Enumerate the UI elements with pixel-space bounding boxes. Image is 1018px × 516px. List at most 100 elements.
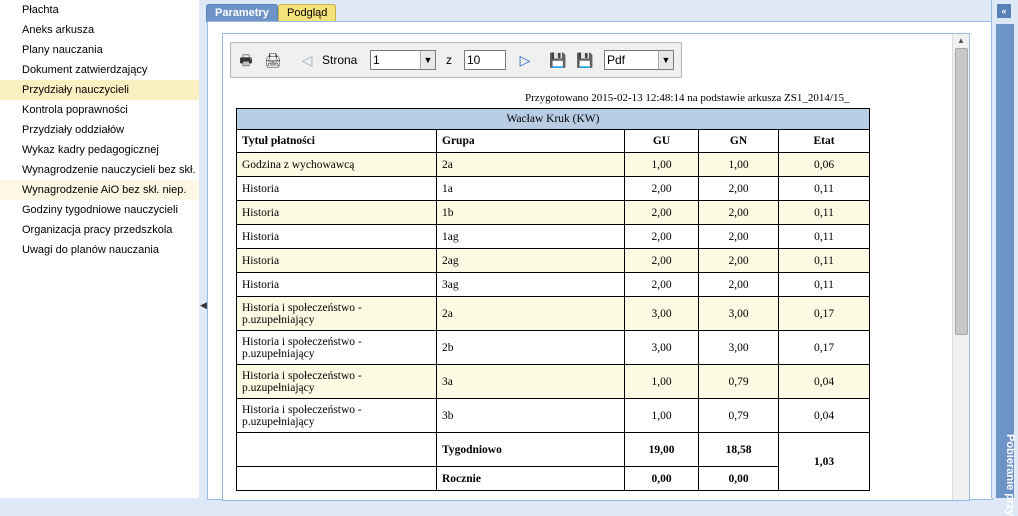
report-viewer: 🖶 🖨 ◁ Strona 1 ▼ z 10 ▷ 💾 💾 Pdf ▼ Przygoto… xyxy=(222,33,970,501)
cell-gn: 3,00 xyxy=(698,296,779,331)
scroll-up-icon[interactable]: ▲ xyxy=(957,36,965,45)
cell-etat: 0,17 xyxy=(778,330,870,365)
cell-etat: 0,11 xyxy=(778,200,870,225)
export-format-value: Pdf xyxy=(607,53,626,67)
total-pages-field: 10 xyxy=(464,50,506,70)
cell-grupa: 2ag xyxy=(436,248,625,273)
annual-gu: 0,00 xyxy=(624,466,699,491)
cell-grupa: 3b xyxy=(436,398,625,433)
cell-etat: 0,11 xyxy=(778,176,870,201)
tab-parametry[interactable]: Parametry xyxy=(206,4,278,22)
previous-page-icon[interactable]: ◁ xyxy=(299,52,315,68)
print-preview-icon[interactable]: 🖨 xyxy=(264,52,282,68)
report-toolbar: 🖶 🖨 ◁ Strona 1 ▼ z 10 ▷ 💾 💾 Pdf ▼ xyxy=(230,42,682,78)
cell-grupa: 1ag xyxy=(436,224,625,249)
scrollbar-thumb[interactable] xyxy=(955,48,968,335)
cell-gu: 1,00 xyxy=(624,398,699,433)
report-list-sidebar: Płachta Aneks arkusza Plany nauczania Dokum… xyxy=(0,0,200,498)
cell-grupa: 2b xyxy=(436,330,625,365)
sidebar-item[interactable]: Dokument zatwierdzający xyxy=(0,60,199,80)
cell-gu: 2,00 xyxy=(624,272,699,297)
table-row: Historia 3ag 2,00 2,00 0,11 xyxy=(236,272,870,297)
cell-etat: 0,11 xyxy=(778,272,870,297)
cell-grupa: 3a xyxy=(436,364,625,399)
cell-gn: 0,79 xyxy=(698,364,779,399)
cell-grupa: 2a xyxy=(436,152,625,177)
sidebar-item[interactable]: Wykaz kadry pedagogicznej xyxy=(0,140,199,160)
sidebar-item[interactable]: Wynagrodzenie nauczycieli bez skł. r xyxy=(0,160,199,180)
sidebar-item[interactable]: Organizacja pracy przedszkola xyxy=(0,220,199,240)
cell-tytul: Historia i społeczeństwo - p.uzupełniają… xyxy=(236,364,437,399)
table-row: Historia i społeczeństwo - p.uzupełniają… xyxy=(236,364,870,399)
table-row: Historia 1a 2,00 2,00 0,11 xyxy=(236,176,870,201)
table-row: Historia i społeczeństwo - p.uzupełniają… xyxy=(236,398,870,433)
teacher-name: Wacław Kruk (KW) xyxy=(236,108,870,130)
right-panel-title: Pobieranie przy xyxy=(1004,434,1016,516)
sidebar-item[interactable]: Przydziały nauczycieli xyxy=(0,80,199,100)
sidebar-item[interactable]: Wynagrodzenie AiO bez skł. niep. xyxy=(0,180,199,200)
tab-podglad[interactable]: Podgląd xyxy=(278,4,337,22)
column-header: Tytuł płatności xyxy=(236,129,437,153)
export-format-select[interactable]: Pdf ▼ xyxy=(604,50,674,70)
summary-empty-cell xyxy=(236,432,437,467)
cell-gu: 1,00 xyxy=(624,364,699,399)
sidebar-item[interactable]: Kontrola poprawności xyxy=(0,100,199,120)
cell-grupa: 3ag xyxy=(436,272,625,297)
cell-tytul: Historia i społeczeństwo - p.uzupełniają… xyxy=(236,296,437,331)
weekly-gn: 18,58 xyxy=(698,432,779,467)
cell-tytul: Historia xyxy=(236,224,437,249)
chevron-down-icon[interactable]: ▼ xyxy=(658,51,673,69)
annual-gn: 0,00 xyxy=(698,466,779,491)
cell-gu: 3,00 xyxy=(624,330,699,365)
cell-gn: 2,00 xyxy=(698,224,779,249)
annual-label: Rocznie xyxy=(436,466,625,491)
sidebar-item[interactable]: Przydziały oddziałów xyxy=(0,120,199,140)
cell-gu: 2,00 xyxy=(624,248,699,273)
cell-gu: 1,00 xyxy=(624,152,699,177)
table-row: Historia 1ag 2,00 2,00 0,11 xyxy=(236,224,870,249)
page-label: Strona xyxy=(322,53,358,67)
cell-etat: 0,04 xyxy=(778,398,870,433)
cell-etat: 0,11 xyxy=(778,248,870,273)
sidebar-item[interactable]: Aneks arkusza xyxy=(0,20,199,40)
page-select[interactable]: 1 ▼ xyxy=(370,50,436,70)
print-icon[interactable]: 🖶 xyxy=(238,52,254,68)
weekly-gu: 19,00 xyxy=(624,432,699,467)
cell-gn: 3,00 xyxy=(698,330,779,365)
sidebar-item[interactable]: Godziny tygodniowe nauczycieli xyxy=(0,200,199,220)
page-value: 1 xyxy=(373,53,380,67)
table-row: Godzina z wychowawcą 2a 1,00 1,00 0,06 xyxy=(236,152,870,177)
cell-gu: 2,00 xyxy=(624,176,699,201)
cell-etat: 0,04 xyxy=(778,364,870,399)
chevron-down-icon[interactable]: ▼ xyxy=(420,51,435,69)
tab-content: 🖶 🖨 ◁ Strona 1 ▼ z 10 ▷ 💾 💾 Pdf ▼ Przygoto… xyxy=(207,21,993,501)
cell-gn: 0,79 xyxy=(698,398,779,433)
sidebar-item[interactable]: Plany nauczania xyxy=(0,40,199,60)
save-as-icon[interactable]: 💾 xyxy=(576,52,593,68)
next-page-icon[interactable]: ▷ xyxy=(517,52,533,68)
cell-gn: 2,00 xyxy=(698,176,779,201)
save-icon[interactable]: 💾 xyxy=(549,52,566,68)
cell-gu: 2,00 xyxy=(624,200,699,225)
vertical-scrollbar[interactable]: ▲ xyxy=(952,34,969,500)
column-header: GN xyxy=(698,129,779,153)
cell-gu: 2,00 xyxy=(624,224,699,249)
cell-etat: 0,11 xyxy=(778,224,870,249)
sidebar-item[interactable]: Uwagi do planów nauczania xyxy=(0,240,199,260)
expand-panel-button[interactable]: « xyxy=(997,4,1011,18)
weekly-etat: 1,03 xyxy=(778,432,870,491)
table-body: Godzina z wychowawcą 2a 1,00 1,00 0,06 Histor… xyxy=(236,152,870,433)
weekly-label: Tygodniowo xyxy=(436,432,625,467)
main-panel: Parametry Podgląd 🖶 🖨 ◁ Strona 1 ▼ z 10 ▷… xyxy=(205,0,993,501)
cell-etat: 0,06 xyxy=(778,152,870,177)
right-panel-strip[interactable]: Pobieranie przy xyxy=(996,24,1016,516)
of-label: z xyxy=(446,53,452,67)
sidebar-item[interactable]: Płachta xyxy=(0,0,199,20)
cell-grupa: 1b xyxy=(436,200,625,225)
cell-grupa: 1a xyxy=(436,176,625,201)
summary-empty-cell xyxy=(236,466,437,491)
cell-tytul: Historia xyxy=(236,248,437,273)
cell-gn: 2,00 xyxy=(698,272,779,297)
cell-gu: 3,00 xyxy=(624,296,699,331)
cell-gn: 1,00 xyxy=(698,152,779,177)
